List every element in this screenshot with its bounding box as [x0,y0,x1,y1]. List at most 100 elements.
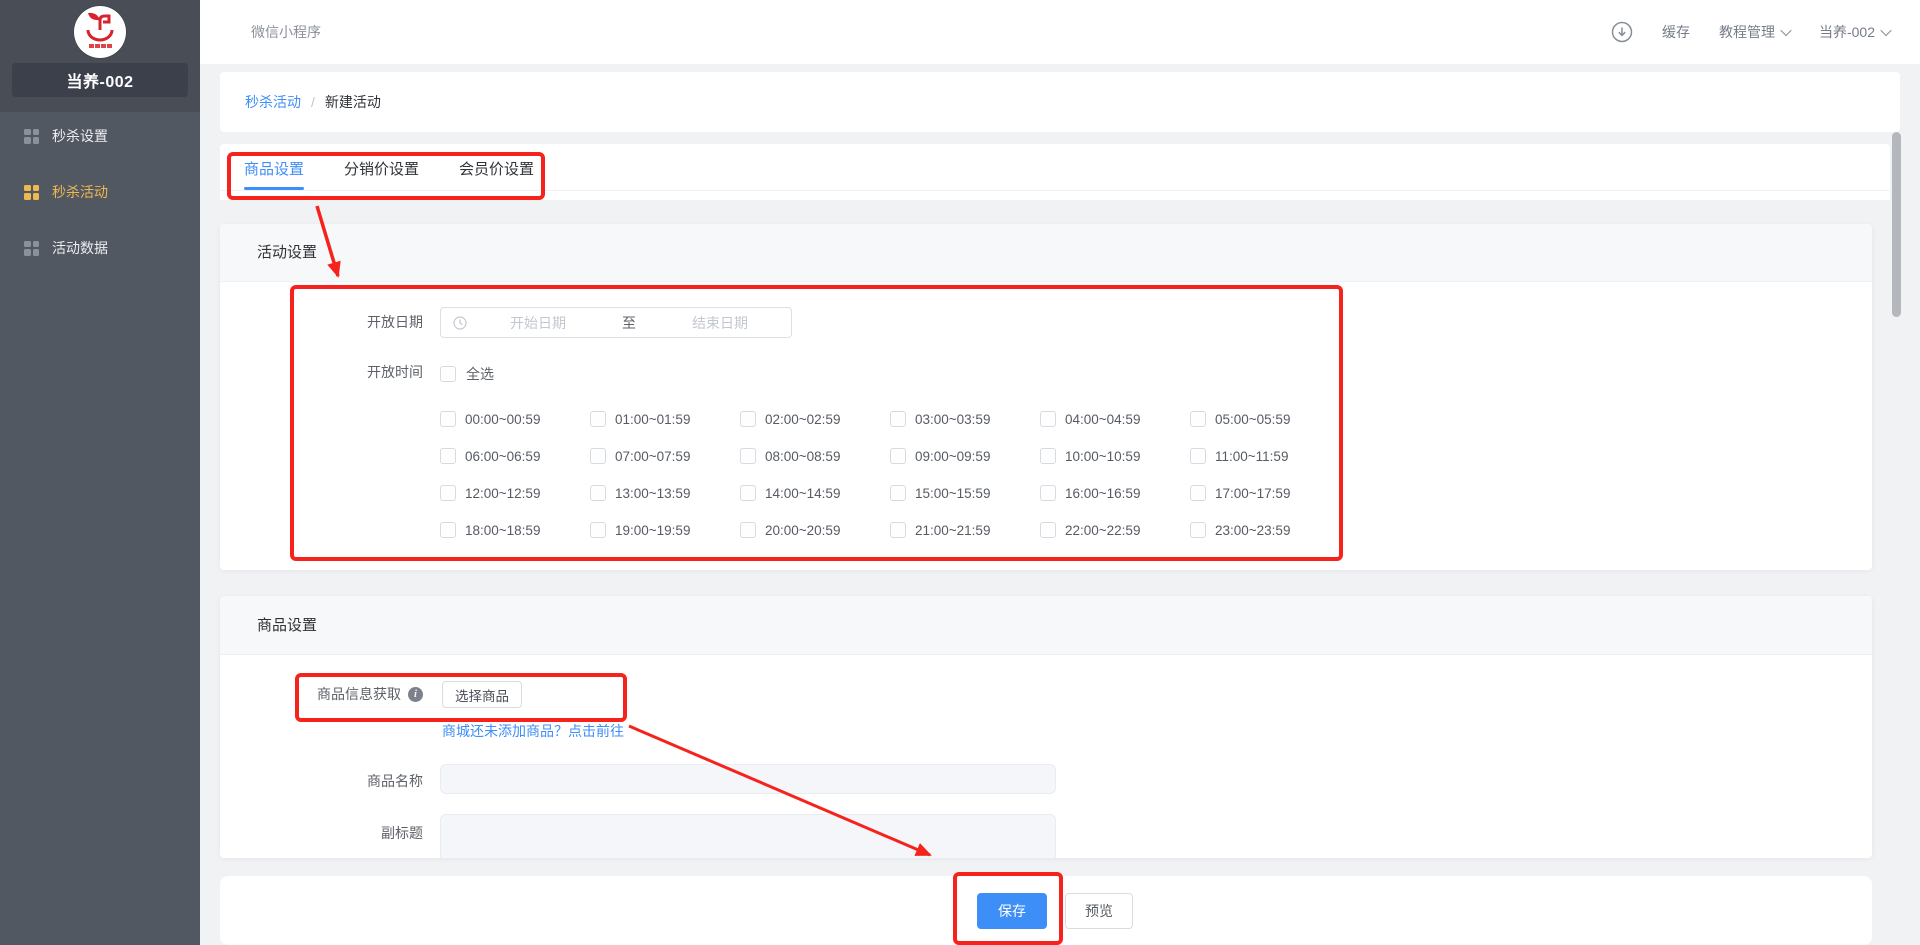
time-slot-checkbox[interactable]: 06:00~06:59 [440,448,590,464]
time-slot-checkbox[interactable]: 13:00~13:59 [590,485,740,501]
time-slot-checkbox[interactable]: 07:00~07:59 [590,448,740,464]
checkbox-box [440,448,456,464]
time-slot-label: 15:00~15:59 [915,486,990,501]
checkbox-box [590,485,606,501]
time-slot-checkbox[interactable]: 04:00~04:59 [1040,411,1190,427]
sidebar: 当养-002 秒杀设置秒杀活动活动数据 [0,0,200,945]
checkbox-box [1190,411,1206,427]
time-slot-label: 20:00~20:59 [765,523,840,538]
save-button[interactable]: 保存 [977,893,1047,929]
breadcrumb: 秒杀活动 / 新建活动 [220,72,1900,132]
preview-button[interactable]: 预览 [1065,893,1133,929]
time-slot-label: 04:00~04:59 [1065,412,1140,427]
sidebar-item-label: 活动数据 [52,238,108,258]
breadcrumb-current: 新建活动 [325,92,381,112]
time-slot-checkbox[interactable]: 00:00~00:59 [440,411,590,427]
download-icon[interactable] [1611,21,1633,43]
date-range-picker[interactable]: 开始日期 至 结束日期 [440,307,792,338]
sidebar-item-label: 秒杀活动 [52,182,108,202]
sidebar-item-activity-data[interactable]: 活动数据 [0,220,200,276]
checkbox-box [890,411,906,427]
vertical-scrollbar-thumb[interactable] [1892,132,1901,317]
checkbox-box [1040,448,1056,464]
checkbox-box [1190,522,1206,538]
date-end-placeholder[interactable]: 结束日期 [649,313,791,333]
time-slot-checkbox[interactable]: 20:00~20:59 [740,522,890,538]
topbar: 微信小程序 缓存 教程管理 当养-002 [200,0,1920,64]
time-slot-checkbox[interactable]: 02:00~02:59 [740,411,890,427]
time-slot-grid: 00:00~00:5901:00~01:5902:00~02:5903:00~0… [440,411,1340,538]
app-root: 当养-002 秒杀设置秒杀活动活动数据 微信小程序 缓存 教程管理 当养-002 [0,0,1920,945]
grid-icon [24,241,39,256]
tab-distribution-price-settings[interactable]: 分销价设置 [344,144,419,190]
chevron-down-icon [1780,25,1791,36]
checkbox-box [740,411,756,427]
time-slot-checkbox[interactable]: 22:00~22:59 [1040,522,1190,538]
store-name-badge: 当养-002 [12,63,188,97]
cache-button[interactable]: 缓存 [1662,22,1690,42]
sidebar-item-seckill-settings[interactable]: 秒杀设置 [0,108,200,164]
time-slot-label: 19:00~19:59 [615,523,690,538]
time-slot-checkbox[interactable]: 15:00~15:59 [890,485,1040,501]
date-start-placeholder[interactable]: 开始日期 [467,313,609,333]
sidebar-item-seckill-activity[interactable]: 秒杀活动 [0,164,200,220]
time-slot-checkbox[interactable]: 11:00~11:59 [1190,448,1340,464]
sidebar-menu: 秒杀设置秒杀活动活动数据 [0,108,200,276]
product-settings-card: 商品设置 商品信息获取 i 选择商品 商城还未添加商品？点击前往 商品名称 副标… [220,596,1872,858]
tutorial-menu[interactable]: 教程管理 [1719,22,1790,42]
time-slot-checkbox[interactable]: 17:00~17:59 [1190,485,1340,501]
time-slot-checkbox[interactable]: 14:00~14:59 [740,485,890,501]
info-circle-icon[interactable]: i [408,687,423,702]
time-slot-checkbox[interactable]: 10:00~10:59 [1040,448,1190,464]
time-slot-label: 17:00~17:59 [1215,486,1290,501]
subtitle-label: 副标题 [220,818,423,848]
tabs-card: 商品设置分销价设置会员价设置 [220,144,1890,200]
time-slot-label: 16:00~16:59 [1065,486,1140,501]
sidebar-item-label: 秒杀设置 [52,126,108,146]
open-date-label: 开放日期 [220,307,423,338]
checkbox-box [1190,485,1206,501]
time-slot-label: 12:00~12:59 [465,486,540,501]
select-all-label: 全选 [466,364,494,384]
time-slot-label: 07:00~07:59 [615,449,690,464]
time-slot-label: 18:00~18:59 [465,523,540,538]
breadcrumb-parent-link[interactable]: 秒杀活动 [245,92,301,112]
product-info-label-row: 商品信息获取 i [220,680,423,708]
chevron-down-icon [1880,25,1891,36]
topbar-actions: 缓存 教程管理 当养-002 [1611,0,1890,64]
product-name-label: 商品名称 [220,766,423,796]
time-slot-label: 06:00~06:59 [465,449,540,464]
time-slot-checkbox[interactable]: 18:00~18:59 [440,522,590,538]
tab-product-settings[interactable]: 商品设置 [244,144,304,190]
time-slot-label: 09:00~09:59 [915,449,990,464]
time-slot-checkbox[interactable]: 21:00~21:59 [890,522,1040,538]
tutorial-menu-label: 教程管理 [1719,22,1775,42]
time-slot-checkbox[interactable]: 05:00~05:59 [1190,411,1340,427]
time-slot-label: 08:00~08:59 [765,449,840,464]
time-slot-checkbox[interactable]: 16:00~16:59 [1040,485,1190,501]
shop-empty-link[interactable]: 商城还未添加商品？点击前往 [442,721,624,741]
time-slot-label: 05:00~05:59 [1215,412,1290,427]
account-menu[interactable]: 当养-002 [1819,22,1890,42]
time-slot-checkbox[interactable]: 08:00~08:59 [740,448,890,464]
subtitle-input[interactable] [440,814,1056,858]
time-slot-checkbox[interactable]: 01:00~01:59 [590,411,740,427]
app-title: 微信小程序 [251,22,321,42]
tabs-bar: 商品设置分销价设置会员价设置 [220,144,1890,191]
brand-logo-icon [74,6,126,58]
time-slot-checkbox[interactable]: 12:00~12:59 [440,485,590,501]
time-slot-checkbox[interactable]: 03:00~03:59 [890,411,1040,427]
time-slot-label: 14:00~14:59 [765,486,840,501]
activity-settings-title: 活动设置 [220,224,1872,282]
select-all-checkbox[interactable]: 全选 [440,364,494,384]
product-info-label: 商品信息获取 [317,684,401,704]
tab-member-price-settings[interactable]: 会员价设置 [459,144,534,190]
time-slot-checkbox[interactable]: 23:00~23:59 [1190,522,1340,538]
product-name-input[interactable] [440,764,1056,794]
date-separator: 至 [609,313,649,333]
checkbox-box [590,411,606,427]
time-slot-checkbox[interactable]: 09:00~09:59 [890,448,1040,464]
select-product-button[interactable]: 选择商品 [442,681,522,708]
time-slot-checkbox[interactable]: 19:00~19:59 [590,522,740,538]
sidebar-header: 当养-002 [0,0,200,112]
